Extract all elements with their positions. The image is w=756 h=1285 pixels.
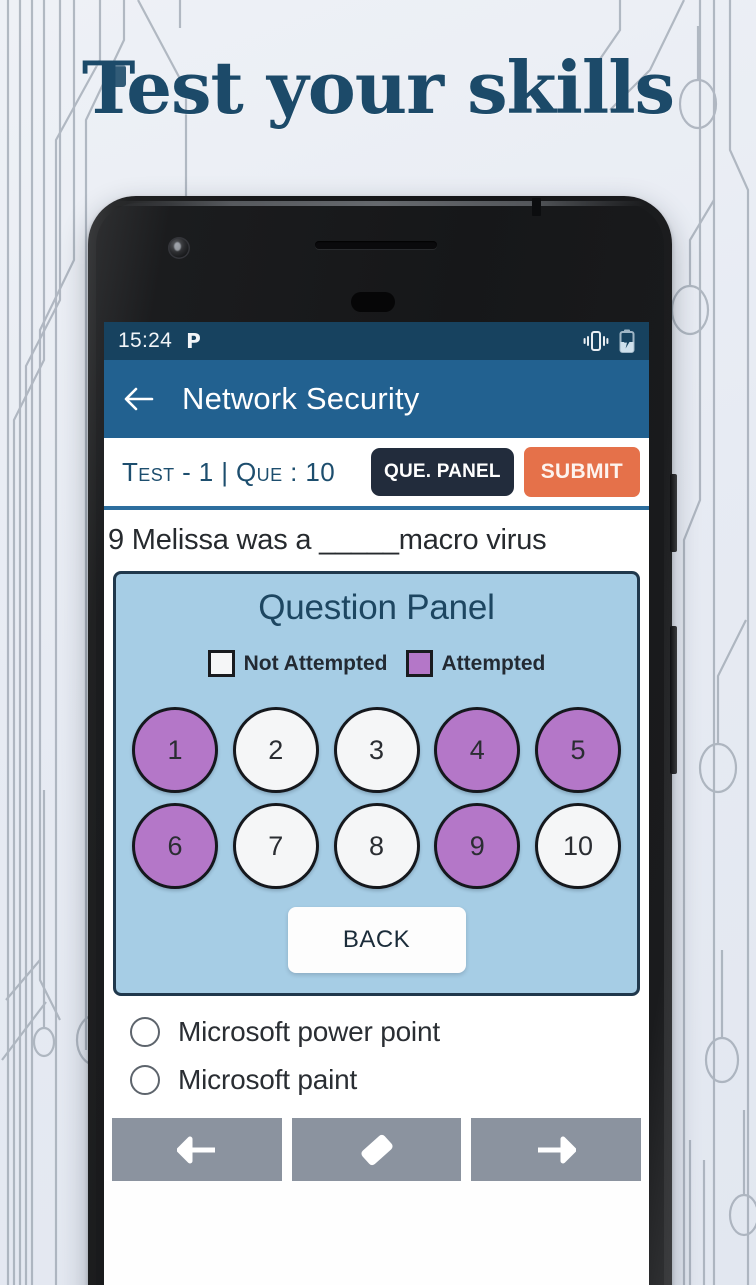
status-bar-time: 15:24 bbox=[118, 329, 173, 352]
question-panel: Question Panel Not Attempted Attempted 1… bbox=[113, 571, 640, 996]
legend-swatch-attempted bbox=[405, 650, 433, 677]
legend-label-attempted: Attempted bbox=[441, 651, 546, 675]
next-question-button[interactable] bbox=[471, 1118, 642, 1181]
question-number-button[interactable]: 3 bbox=[333, 707, 420, 793]
phone-mockup: 15:24 P Network Security Test - 1 | Que … bbox=[88, 196, 677, 1285]
bottom-navigation-bar bbox=[104, 1110, 649, 1181]
question-number-button[interactable]: 9 bbox=[434, 803, 521, 889]
answer-option-label: Microsoft paint bbox=[178, 1064, 358, 1095]
screen-blank-area bbox=[104, 1181, 649, 1285]
legend-label-not-attempted: Not Attempted bbox=[243, 651, 388, 675]
front-camera-icon bbox=[168, 237, 190, 259]
back-button-container: BACK bbox=[128, 907, 625, 973]
legend-swatch-not-attempted bbox=[207, 650, 235, 677]
question-number-button[interactable]: 10 bbox=[535, 803, 621, 889]
arrow-left-icon bbox=[176, 1136, 215, 1163]
vibrate-icon bbox=[583, 331, 609, 351]
question-panel-legend: Not Attempted Attempted bbox=[128, 650, 625, 677]
earpiece-speaker bbox=[315, 241, 437, 249]
phone-antenna-band bbox=[532, 198, 541, 216]
question-number-button[interactable]: 8 bbox=[333, 803, 420, 889]
eraser-icon bbox=[360, 1134, 393, 1165]
radio-button-icon[interactable] bbox=[130, 1065, 160, 1095]
legend-item-attempted: Attempted bbox=[405, 650, 546, 677]
answer-option-row[interactable]: Microsoft paint bbox=[130, 1056, 649, 1104]
status-bar-icons bbox=[583, 329, 635, 353]
clear-answer-button[interactable] bbox=[291, 1118, 462, 1181]
question-number-button[interactable]: 5 bbox=[535, 707, 621, 793]
question-number-row: 6 7 8 9 10 bbox=[128, 803, 625, 889]
test-progress-label: Test - 1 | Que : 10 bbox=[122, 456, 336, 487]
app-bar: Network Security bbox=[104, 360, 649, 438]
question-text: 9 Melissa was a _____macro virus bbox=[108, 524, 547, 556]
question-number-row: 1 2 3 4 5 bbox=[128, 707, 625, 793]
question-number-button[interactable]: 6 bbox=[132, 803, 218, 889]
app-bar-title: Network Security bbox=[182, 381, 420, 416]
phone-top-highlight bbox=[114, 201, 646, 206]
answer-option-label: Microsoft power point bbox=[178, 1016, 440, 1047]
phone-power-button[interactable] bbox=[670, 474, 677, 552]
battery-charging-icon bbox=[619, 329, 635, 353]
proximity-sensor bbox=[351, 292, 395, 312]
question-panel-title: Question Panel bbox=[258, 588, 495, 627]
radio-button-icon[interactable] bbox=[130, 1017, 160, 1047]
back-arrow-icon[interactable] bbox=[122, 382, 156, 416]
arrow-right-icon bbox=[538, 1136, 577, 1163]
parking-p-icon: P bbox=[186, 329, 201, 353]
answer-options-list: Microsoft power point Microsoft paint bbox=[104, 996, 649, 1110]
phone-volume-button[interactable] bbox=[670, 626, 677, 774]
question-number-button[interactable]: 2 bbox=[232, 707, 319, 793]
question-number-button[interactable]: 7 bbox=[232, 803, 319, 889]
back-button[interactable]: BACK bbox=[287, 907, 466, 973]
submit-button[interactable]: SUBMIT bbox=[523, 447, 640, 497]
answer-option-row[interactable]: Microsoft power point bbox=[130, 1008, 649, 1056]
status-bar: 15:24 P bbox=[104, 322, 649, 360]
test-toolbar: Test - 1 | Que : 10 QUE. PANEL SUBMIT bbox=[104, 438, 649, 510]
previous-question-button[interactable] bbox=[112, 1118, 282, 1181]
page-title: Test your skills bbox=[81, 45, 675, 130]
question-number-button[interactable]: 1 bbox=[132, 707, 218, 793]
phone-screen: 15:24 P Network Security Test - 1 | Que … bbox=[104, 322, 649, 1285]
legend-item-not-attempted: Not Attempted bbox=[207, 650, 388, 677]
question-number-button[interactable]: 4 bbox=[434, 707, 521, 793]
question-panel-button[interactable]: QUE. PANEL bbox=[370, 448, 514, 496]
